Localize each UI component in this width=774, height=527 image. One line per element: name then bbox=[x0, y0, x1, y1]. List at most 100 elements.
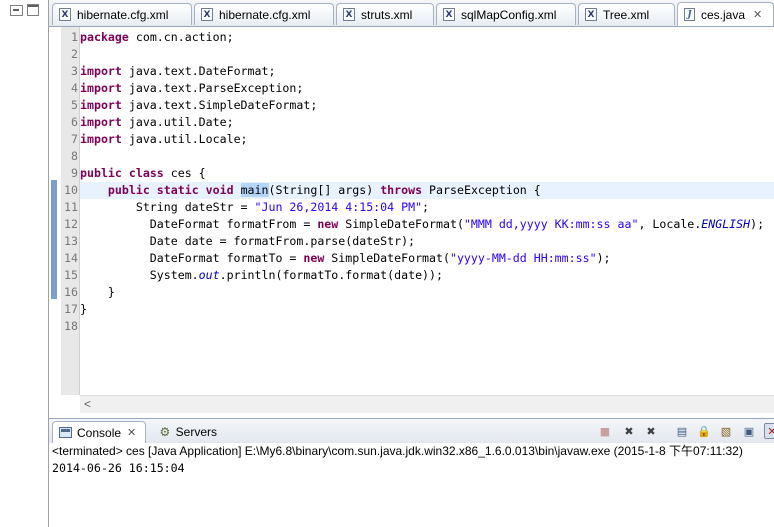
line-number: 8 bbox=[71, 149, 78, 163]
tab-hibernate-cfg-xml-1[interactable]: X hibernate.cfg.xml bbox=[52, 3, 192, 25]
minimize-icon[interactable] bbox=[10, 5, 23, 16]
code-token: ces { bbox=[163, 166, 206, 180]
tab-label: hibernate.cfg.xml bbox=[77, 7, 169, 22]
line-number: 9 bbox=[71, 166, 78, 180]
code-line[interactable]: } bbox=[80, 284, 115, 301]
remove-launch-icon[interactable]: ✖ bbox=[621, 423, 637, 439]
line-number: 4 bbox=[71, 81, 78, 95]
code-line[interactable]: } bbox=[80, 301, 87, 318]
tab-ces-java[interactable]: J ces.java ✕ bbox=[677, 2, 774, 26]
tab-label: Tree.xml bbox=[603, 7, 650, 22]
code-line[interactable]: DateFormat formatTo = new SimpleDateForm… bbox=[80, 250, 611, 267]
code-token: ; bbox=[422, 200, 430, 214]
display-selected-console-icon[interactable]: ▣ bbox=[741, 423, 757, 439]
code-line[interactable]: import java.util.Locale; bbox=[80, 131, 248, 148]
code-line[interactable]: Date date = formatFrom.parse(dateStr); bbox=[80, 233, 415, 250]
code-token: public bbox=[107, 183, 150, 197]
clear-console-icon[interactable]: ▤ bbox=[674, 423, 690, 439]
code-token: out bbox=[198, 268, 220, 282]
code-token: Date date = formatFrom.parse(dateStr); bbox=[80, 234, 416, 248]
code-token: main bbox=[240, 183, 269, 197]
scroll-lock-icon[interactable]: 🔒 bbox=[696, 423, 712, 439]
xml-file-icon: X bbox=[201, 8, 213, 21]
code-token: java.text.DateFormat; bbox=[121, 64, 276, 78]
code-token: DateFormat formatFrom = bbox=[80, 217, 318, 231]
code-line[interactable]: import java.text.ParseException; bbox=[80, 80, 303, 97]
code-token: class bbox=[128, 166, 164, 180]
code-token: System. bbox=[80, 268, 199, 282]
tab-label: hibernate.cfg.xml bbox=[219, 7, 311, 22]
code-token: ENGLISH bbox=[701, 217, 751, 231]
code-line[interactable]: DateFormat formatFrom = new SimpleDateFo… bbox=[80, 216, 764, 233]
code-token: "Jun 26,2014 4:15:04 PM" bbox=[254, 200, 423, 214]
code-token: package bbox=[80, 30, 129, 44]
remove-all-terminated-icon[interactable]: ✖ bbox=[643, 423, 659, 439]
scroll-left-icon[interactable]: < bbox=[84, 397, 91, 411]
code-token: } bbox=[80, 302, 87, 316]
pin-console-icon[interactable]: ✕ bbox=[764, 423, 774, 439]
code-editor[interactable]: 1 2 3 4 5 6 7 8 9 10 11 12 13 14 15 16 17 18 package com.… bbox=[49, 27, 774, 413]
tab-hibernate-cfg-xml-2[interactable]: X hibernate.cfg.xml bbox=[194, 3, 334, 25]
tab-struts-xml[interactable]: X struts.xml bbox=[336, 3, 434, 25]
code-token: new bbox=[303, 251, 325, 265]
code-line[interactable]: public static void main(String[] args) t… bbox=[80, 182, 541, 199]
terminate-icon[interactable]: ■ bbox=[597, 423, 613, 439]
console-icon bbox=[59, 427, 72, 438]
tab-tree-xml[interactable]: X Tree.xml bbox=[578, 3, 675, 25]
line-number: 12 bbox=[64, 217, 78, 231]
line-number: 15 bbox=[64, 268, 78, 282]
code-token: import bbox=[80, 64, 122, 78]
code-token: import bbox=[80, 132, 122, 146]
code-line[interactable]: package com.cn.action; bbox=[80, 29, 234, 46]
code-line[interactable]: import java.util.Date; bbox=[80, 114, 234, 131]
maximize-icon[interactable] bbox=[27, 4, 39, 16]
console-tab-bar: Console ✕ ⚙ Servers ■ ✖ ✖ ▤ 🔒 ▧ ▣ ✕ bbox=[49, 418, 774, 444]
show-console-on-output-icon[interactable]: ▧ bbox=[718, 423, 734, 439]
line-number: 10 bbox=[64, 183, 78, 197]
code-line[interactable]: public class ces { bbox=[80, 165, 206, 182]
close-icon[interactable]: ✕ bbox=[753, 8, 762, 21]
tab-label: Console bbox=[77, 425, 122, 440]
tab-label: struts.xml bbox=[361, 7, 413, 22]
code-token: SimpleDateFormat( bbox=[324, 251, 450, 265]
line-number: 13 bbox=[64, 234, 78, 248]
line-number: 1 bbox=[71, 30, 78, 44]
code-token: void bbox=[205, 183, 234, 197]
horizontal-scrollbar[interactable]: < bbox=[80, 395, 774, 413]
code-token: java.text.ParseException; bbox=[121, 81, 304, 95]
line-number: 5 bbox=[71, 98, 78, 112]
code-token: throws bbox=[380, 183, 423, 197]
code-line[interactable]: System.out.println(formatTo.format(date)… bbox=[80, 267, 443, 284]
line-number: 17 bbox=[64, 302, 78, 316]
xml-file-icon: X bbox=[443, 8, 455, 21]
code-line[interactable]: import java.text.SimpleDateFormat; bbox=[80, 97, 317, 114]
line-number: 2 bbox=[71, 47, 78, 61]
xml-file-icon: X bbox=[585, 8, 597, 21]
close-icon[interactable]: ✕ bbox=[127, 426, 136, 439]
code-token: new bbox=[317, 217, 339, 231]
code-token: import bbox=[80, 98, 122, 112]
line-number: 16 bbox=[64, 285, 78, 299]
code-token: SimpleDateFormat( bbox=[338, 217, 464, 231]
line-number: 14 bbox=[64, 251, 78, 265]
code-token: import bbox=[80, 81, 122, 95]
console-output-area[interactable]: 2014-06-26 16:15:04 bbox=[49, 459, 774, 527]
tab-sqlmapconfig-xml[interactable]: X sqlMapConfig.xml bbox=[436, 3, 576, 25]
tab-label: sqlMapConfig.xml bbox=[461, 7, 557, 22]
code-token: ParseException { bbox=[422, 183, 541, 197]
code-text[interactable]: package com.cn.action; import java.text.D… bbox=[80, 27, 774, 395]
xml-file-icon: X bbox=[59, 8, 71, 21]
code-line[interactable]: import java.text.DateFormat; bbox=[80, 63, 275, 80]
code-token: com.cn.action; bbox=[128, 30, 234, 44]
java-file-icon: J bbox=[684, 8, 695, 21]
code-token: public bbox=[80, 166, 122, 180]
tab-console[interactable]: Console ✕ bbox=[52, 421, 146, 443]
code-token: java.util.Date; bbox=[121, 115, 234, 129]
code-line[interactable]: String dateStr = "Jun 26,2014 4:15:04 PM… bbox=[80, 199, 429, 216]
tab-servers[interactable]: ⚙ Servers bbox=[153, 421, 223, 443]
